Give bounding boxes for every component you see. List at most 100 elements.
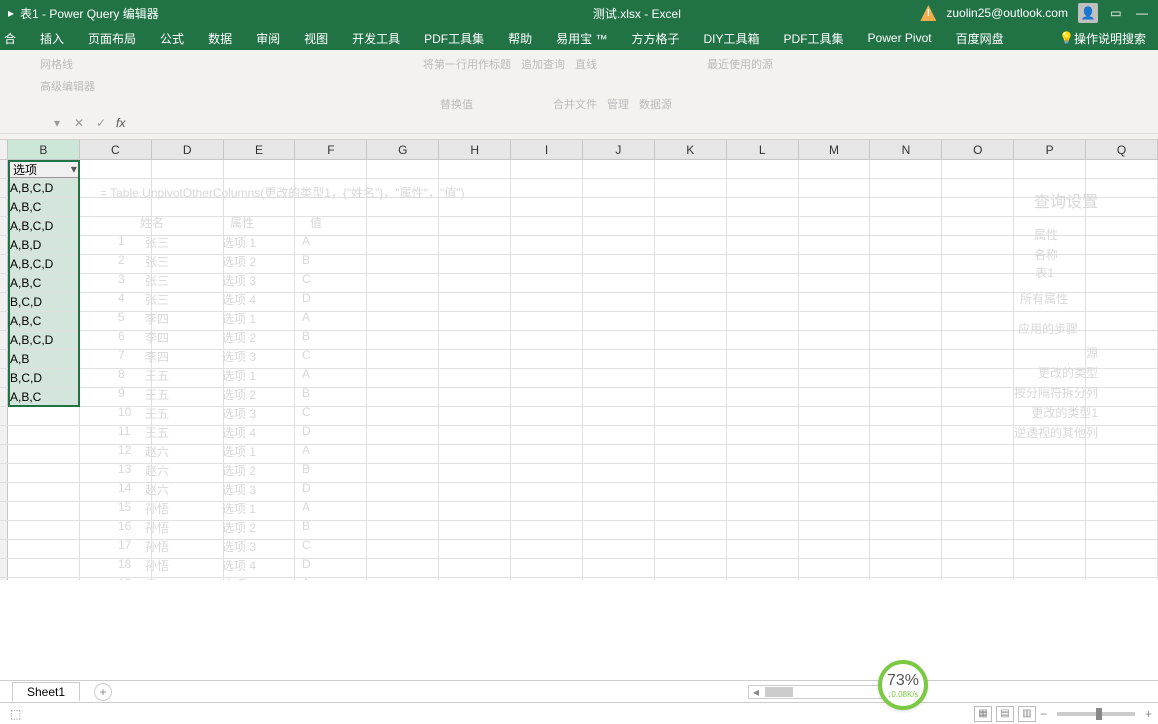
chevron-down-icon[interactable]: ▾	[71, 162, 77, 176]
cell[interactable]	[152, 578, 224, 580]
zoom-out-button[interactable]: −	[1040, 707, 1047, 721]
cell[interactable]	[799, 198, 871, 216]
cell[interactable]	[583, 464, 655, 482]
cell[interactable]	[655, 502, 727, 520]
col-header-b[interactable]: B	[8, 140, 80, 159]
cell[interactable]	[367, 464, 439, 482]
cell[interactable]	[799, 217, 871, 235]
cell[interactable]	[224, 540, 296, 558]
cell[interactable]	[367, 559, 439, 577]
cell[interactable]	[583, 255, 655, 273]
cell[interactable]	[439, 407, 511, 425]
cell[interactable]	[295, 578, 367, 580]
cell[interactable]	[439, 445, 511, 463]
cell[interactable]	[942, 369, 1014, 387]
cell[interactable]	[224, 483, 296, 501]
cell[interactable]	[80, 388, 152, 406]
cell[interactable]	[1014, 464, 1086, 482]
cell[interactable]	[1014, 312, 1086, 330]
cell[interactable]	[942, 521, 1014, 539]
cell[interactable]	[224, 521, 296, 539]
cell[interactable]	[152, 483, 224, 501]
cell[interactable]	[942, 464, 1014, 482]
cell[interactable]	[942, 179, 1014, 197]
cell[interactable]	[870, 255, 942, 273]
cell[interactable]	[367, 217, 439, 235]
cell[interactable]	[224, 407, 296, 425]
cell[interactable]	[295, 388, 367, 406]
cell[interactable]	[655, 274, 727, 292]
cell[interactable]: A,B,C,D	[8, 217, 80, 235]
cell[interactable]	[942, 426, 1014, 444]
cell[interactable]	[583, 331, 655, 349]
cell[interactable]	[727, 578, 799, 580]
cell[interactable]	[439, 426, 511, 444]
cell[interactable]	[511, 540, 583, 558]
ribbon-display-button[interactable]: ▭	[1108, 5, 1124, 21]
cell[interactable]	[799, 293, 871, 311]
sheet-tab[interactable]: Sheet1	[12, 682, 80, 701]
cell[interactable]	[1086, 274, 1158, 292]
cell[interactable]	[80, 236, 152, 254]
cell[interactable]	[942, 331, 1014, 349]
cell[interactable]	[942, 578, 1014, 580]
tab-dev-tools[interactable]: 开发工具	[340, 26, 412, 50]
cell[interactable]	[583, 578, 655, 580]
cell[interactable]	[224, 426, 296, 444]
cell[interactable]	[1014, 559, 1086, 577]
cell[interactable]	[870, 502, 942, 520]
cell[interactable]	[1014, 502, 1086, 520]
cell[interactable]	[942, 274, 1014, 292]
cell[interactable]	[224, 388, 296, 406]
cell[interactable]	[152, 464, 224, 482]
cell[interactable]	[152, 217, 224, 235]
cell[interactable]	[799, 578, 871, 580]
cell[interactable]: A,B,C	[8, 388, 80, 406]
cell[interactable]	[367, 312, 439, 330]
cell[interactable]	[655, 540, 727, 558]
cell[interactable]	[295, 198, 367, 216]
cell[interactable]	[295, 236, 367, 254]
cell[interactable]	[80, 198, 152, 216]
cell[interactable]	[80, 274, 152, 292]
cell[interactable]	[224, 578, 296, 580]
cell[interactable]	[1014, 483, 1086, 501]
col-header-c[interactable]: C	[80, 140, 152, 159]
cell[interactable]	[439, 540, 511, 558]
cell[interactable]	[152, 255, 224, 273]
cell[interactable]	[80, 255, 152, 273]
cell[interactable]	[439, 350, 511, 368]
cell[interactable]	[439, 293, 511, 311]
cell[interactable]	[1086, 179, 1158, 197]
cell[interactable]	[727, 293, 799, 311]
cell[interactable]	[799, 331, 871, 349]
cell[interactable]	[511, 521, 583, 539]
col-header-h[interactable]: H	[439, 140, 511, 159]
cell[interactable]	[1014, 350, 1086, 368]
cell[interactable]	[583, 483, 655, 501]
cell[interactable]	[80, 217, 152, 235]
warning-icon[interactable]	[920, 5, 936, 21]
cell[interactable]	[224, 236, 296, 254]
cell[interactable]	[439, 331, 511, 349]
cell[interactable]	[152, 407, 224, 425]
cell[interactable]	[152, 293, 224, 311]
record-macro-icon[interactable]: ⬚	[10, 707, 21, 721]
cell[interactable]	[152, 198, 224, 216]
cell[interactable]	[367, 293, 439, 311]
col-header-l[interactable]: L	[727, 140, 799, 159]
cell[interactable]	[367, 236, 439, 254]
cell[interactable]	[8, 407, 80, 425]
cell[interactable]	[1086, 312, 1158, 330]
cell[interactable]	[152, 426, 224, 444]
cell[interactable]	[1014, 521, 1086, 539]
cell[interactable]	[80, 331, 152, 349]
cell[interactable]	[655, 350, 727, 368]
cell[interactable]	[942, 540, 1014, 558]
cell[interactable]	[511, 407, 583, 425]
cell[interactable]	[655, 559, 727, 577]
cell[interactable]	[1014, 274, 1086, 292]
cell[interactable]	[1014, 236, 1086, 254]
cell[interactable]	[295, 179, 367, 197]
cell[interactable]	[367, 274, 439, 292]
